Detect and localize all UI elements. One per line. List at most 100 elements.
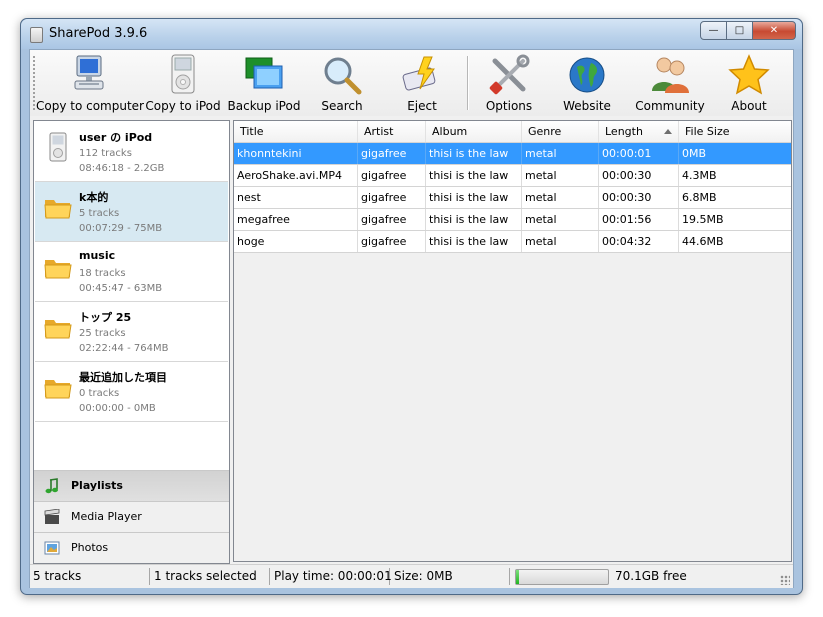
column-file-size[interactable]: File Size [679, 121, 791, 142]
search-button[interactable]: Search [312, 52, 372, 114]
people-icon [648, 53, 692, 97]
cell-length: 00:00:30 [599, 187, 679, 208]
cell-genre: metal [522, 165, 599, 186]
playlist-track-count: 5 tracks [79, 208, 120, 219]
table-row[interactable]: AeroShake.avi.MP4 gigafree thisi is the la… [234, 165, 791, 187]
table-row[interactable]: khonntekini gigafree thisi is the law metal… [234, 143, 791, 165]
title-bar[interactable]: SharePod 3.9.6 — □ ✕ [21, 19, 802, 49]
eject-icon [400, 53, 444, 97]
status-bar: 5 tracks 1 tracks selected Play time: 00… [30, 564, 793, 588]
column-title[interactable]: Title [234, 121, 358, 142]
playlist-name: 最近追加した項目 [79, 371, 167, 384]
column-length-label: Length [605, 125, 643, 138]
folder-icon [43, 192, 73, 222]
cell-title: nest [234, 187, 358, 208]
playlist-item-ipod[interactable]: user の iPod 112 tracks 08:46:18 - 2.2GB [35, 122, 228, 182]
website-button[interactable]: Website [558, 52, 616, 114]
computer-icon [67, 53, 111, 97]
column-genre[interactable]: Genre [522, 121, 599, 142]
playlist-panel: user の iPod 112 tracks 08:46:18 - 2.2GB … [33, 120, 230, 564]
cell-file-size: 44.6MB [682, 235, 724, 248]
folder-icon [43, 312, 73, 342]
clapper-icon [44, 508, 60, 525]
playlist-item-recent[interactable]: 最近追加した項目 0 tracks 00:00:00 - 0MB [35, 362, 228, 422]
playlist-name: k本的 [79, 191, 109, 204]
sort-ascending-icon [664, 129, 672, 134]
column-album[interactable]: Album [426, 121, 522, 142]
copy-to-computer-button[interactable]: Copy to computer [36, 52, 144, 114]
status-playtime: Play time: 00:00:01 [271, 568, 392, 585]
nav-playlists[interactable]: Playlists [34, 470, 229, 501]
maximize-button[interactable]: □ [726, 21, 753, 40]
backup-icon [242, 53, 286, 97]
backup-ipod-button[interactable]: Backup iPod [226, 52, 302, 114]
minimize-button[interactable]: — [700, 21, 727, 40]
tools-icon [487, 53, 531, 97]
cell-title: khonntekini [234, 143, 358, 164]
table-row[interactable]: nest gigafree thisi is the law metal 00:00:3… [234, 187, 791, 209]
cell-length: 00:00:30 [599, 165, 679, 186]
globe-icon [565, 53, 609, 97]
cell-artist: gigafree [358, 231, 426, 252]
cell-artist: gigafree [358, 165, 426, 186]
app-window: SharePod 3.9.6 — □ ✕ Copy to computer Co… [20, 18, 803, 595]
playlist-track-count: 25 tracks [79, 328, 126, 339]
star-icon [727, 53, 771, 97]
cell-file-size: 19.5MB [682, 213, 724, 226]
about-button[interactable]: About [722, 52, 776, 114]
resize-grip[interactable] [780, 575, 790, 585]
nav-photos[interactable]: Photos [34, 532, 229, 563]
cell-length: 00:04:32 [599, 231, 679, 252]
cell-artist: gigafree [358, 187, 426, 208]
nav-media-player[interactable]: Media Player [34, 501, 229, 532]
nav-label: Playlists [71, 479, 123, 492]
folder-icon [43, 252, 73, 282]
track-table: Title Artist Album Genre Length File Siz… [233, 120, 792, 562]
playlist-track-count: 112 tracks [79, 148, 132, 159]
cell-genre: metal [522, 143, 599, 164]
playlist-item-music[interactable]: music 18 tracks 00:45:47 - 63MB [35, 242, 228, 302]
status-track-count: 5 tracks [30, 568, 150, 585]
client-area: Copy to computer Copy to iPod Backup iPo… [29, 49, 794, 588]
playlist-track-count: 18 tracks [79, 268, 126, 279]
cell-album: thisi is the law [426, 209, 522, 230]
playlist-name: user の iPod [79, 131, 153, 144]
status-size: Size: 0MB [391, 568, 510, 585]
toolbar: Copy to computer Copy to iPod Backup iPo… [30, 50, 793, 116]
table-body: khonntekini gigafree thisi is the law metal… [234, 143, 791, 253]
ipod-icon [161, 53, 205, 97]
table-header: Title Artist Album Genre Length File Siz… [234, 121, 791, 143]
column-length[interactable]: Length [599, 121, 679, 142]
column-artist[interactable]: Artist [358, 121, 426, 142]
playlist-name: トップ 25 [79, 311, 132, 324]
playlist-info: 00:45:47 - 63MB [79, 283, 163, 294]
nav-label: Photos [71, 541, 109, 554]
options-button[interactable]: Options [476, 52, 542, 114]
community-button[interactable]: Community [630, 52, 710, 114]
cell-title: megafree [234, 209, 358, 230]
cell-title: hoge [234, 231, 358, 252]
close-button[interactable]: ✕ [752, 21, 796, 40]
cell-album: thisi is the law [426, 143, 522, 164]
photo-icon [44, 540, 60, 556]
playlist-info: 02:22:44 - 764MB [79, 343, 169, 354]
table-row[interactable]: megafree gigafree thisi is the law metal 00:… [234, 209, 791, 231]
table-row[interactable]: hoge gigafree thisi is the law metal 00:04:3… [234, 231, 791, 253]
cell-file-size: 6.8MB [682, 191, 717, 204]
status-free-space: 70.1GB free [615, 569, 687, 583]
cell-length: 00:00:01 [599, 143, 679, 164]
playlist-item-top25[interactable]: トップ 25 25 tracks 02:22:44 - 764MB [35, 302, 228, 362]
window-title: SharePod 3.9.6 [49, 26, 148, 41]
music-note-icon [44, 478, 60, 494]
nav-label: Media Player [71, 510, 142, 523]
playlist-info: 08:46:18 - 2.2GB [79, 163, 165, 174]
ipod-icon [43, 132, 73, 162]
storage-progress-fill [516, 570, 519, 584]
eject-button[interactable]: Eject [392, 52, 452, 114]
copy-to-ipod-button[interactable]: Copy to iPod [144, 52, 222, 114]
storage-progress [515, 569, 609, 585]
playlist-track-count: 0 tracks [79, 388, 120, 399]
playlist-item-k[interactable]: k本的 5 tracks 00:07:29 - 75MB [35, 182, 228, 242]
cell-artist: gigafree [358, 209, 426, 230]
cell-length: 00:01:56 [599, 209, 679, 230]
